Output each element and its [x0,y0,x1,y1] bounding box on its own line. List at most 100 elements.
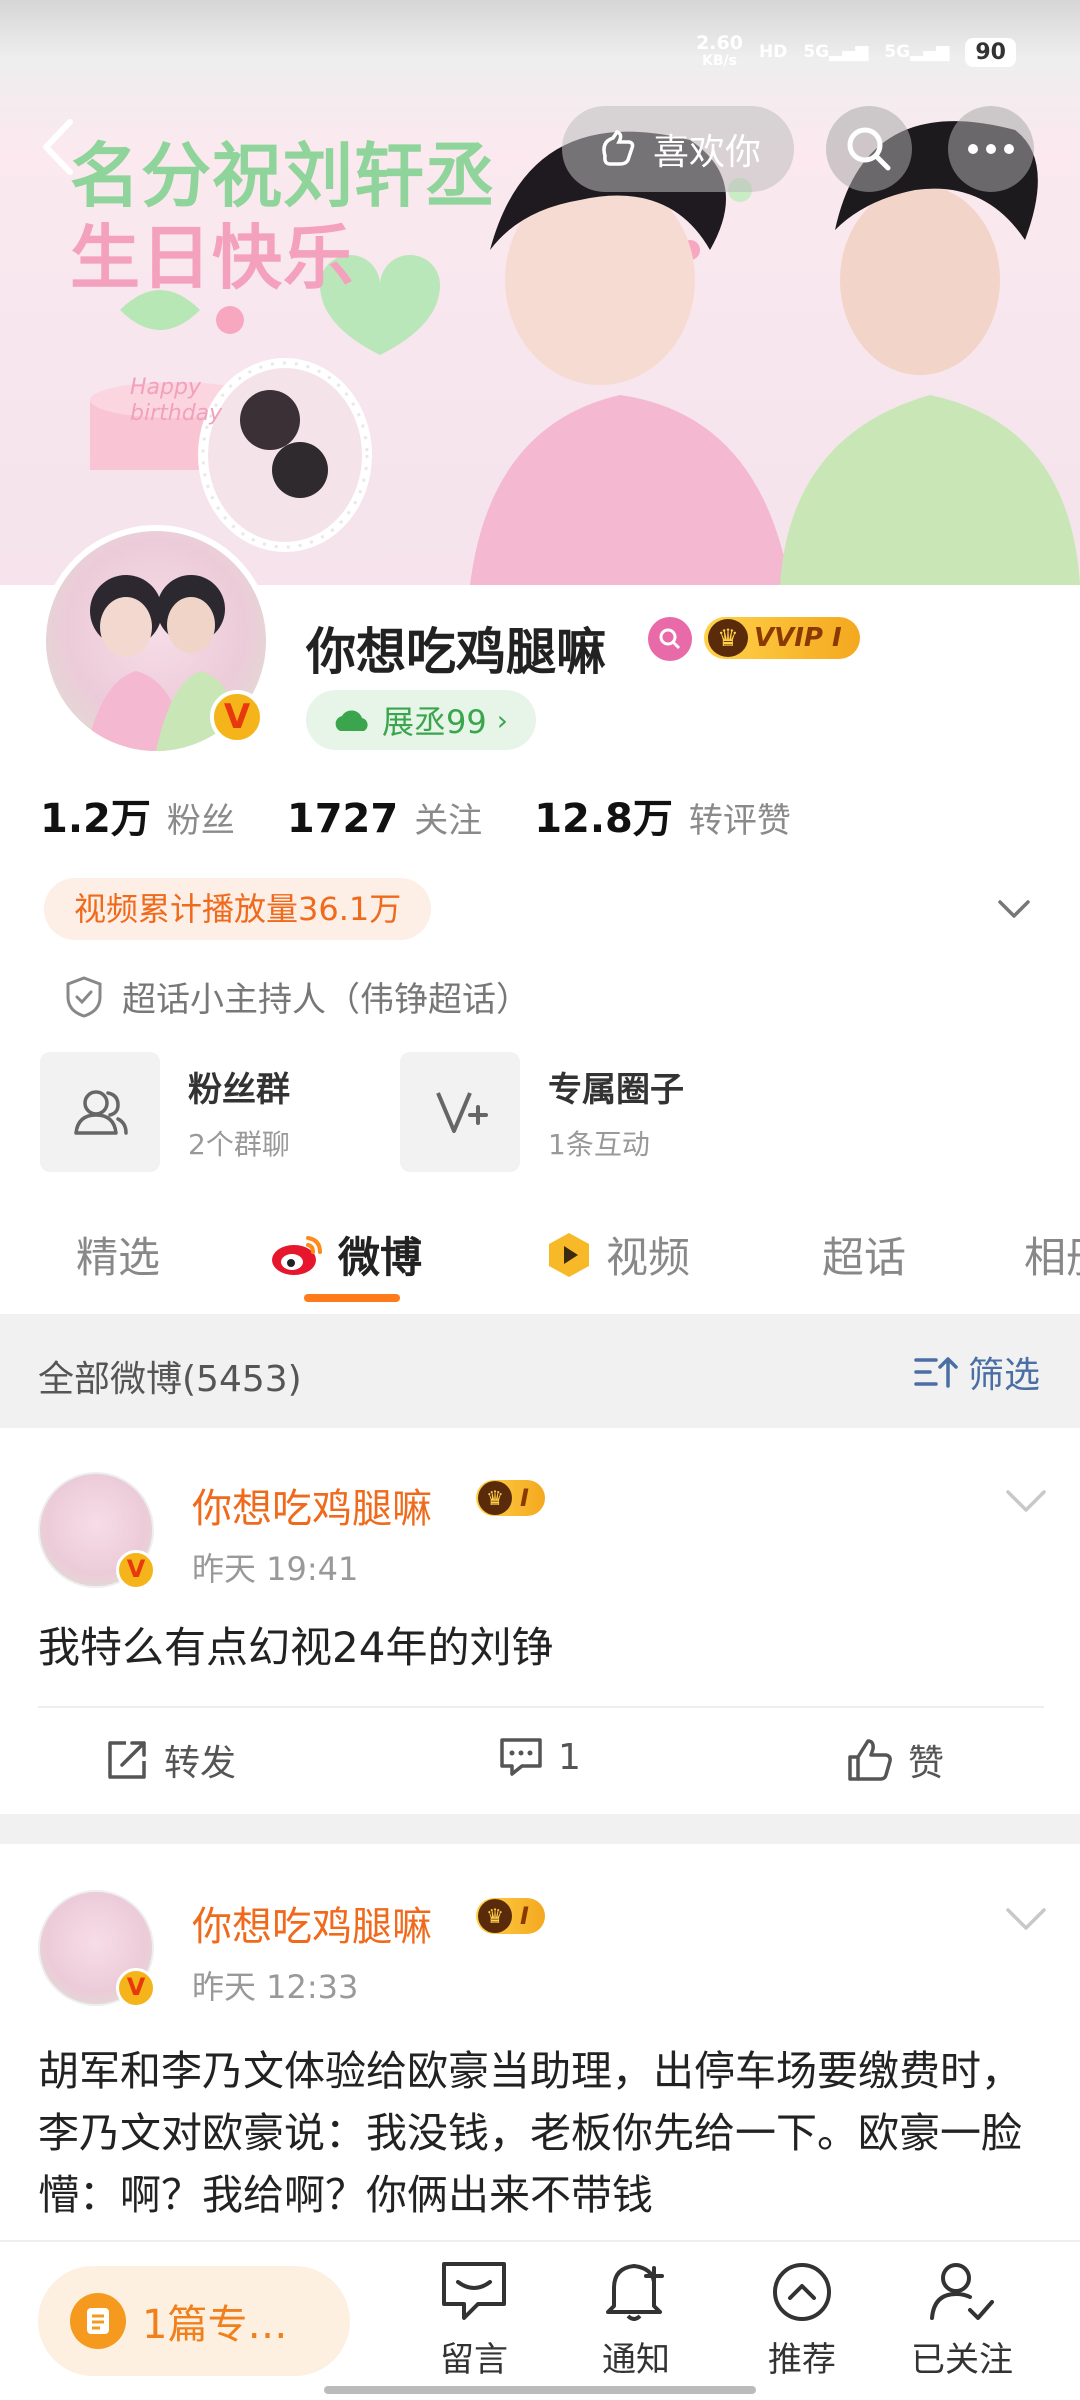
post-author-name[interactable]: 你想吃鸡腿嘛 [192,1894,432,1952]
super-topic-host[interactable]: 超话小主持人（伟铮超话） [64,972,530,1021]
tab-video-label: 视频 [606,1233,691,1282]
tab-weibo[interactable]: 微博 [270,1224,422,1285]
tab-weibo-label: 微博 [338,1233,423,1282]
fan-group-sub: 2个群聊 [188,1127,290,1161]
tab-album[interactable]: 相册 [1024,1224,1080,1285]
expand-chevron-icon[interactable] [994,888,1034,928]
verified-v-icon: V [210,690,264,744]
banner-title-line1: 名分祝刘轩丞 [70,135,496,217]
followers-count: 1.2万 [40,796,151,842]
verified-v-icon: V [116,1550,156,1590]
signal-icon-2: 5G▂▄▆ [884,42,950,62]
post-time: 昨天 12:33 [192,1968,359,2006]
comment-count: 1 [558,1736,581,1778]
fan-group-card[interactable]: 粉丝群 2个群聊 [40,1052,290,1172]
bottom-action-bar: 1篇专… 留言 通知 推荐 已关注 [0,2240,1080,2400]
nav-message-board[interactable]: 留言 [414,2260,534,2381]
active-tab-indicator [304,1294,400,1302]
recommend-up-icon [773,2263,831,2321]
shield-check-icon [66,975,102,1018]
home-indicator[interactable] [324,2386,756,2394]
user-check-icon [930,2263,994,2320]
vvip-badge[interactable]: ♛ VVIP I [704,617,860,659]
chevron-right-icon: › [496,703,508,737]
nav-message-board-label: 留言 [440,2340,508,2380]
weibo-post[interactable]: V 你想吃鸡腿嘛 ♛ I 昨天 12:33 胡军和李乃文体验给欧豪当助理，出停车… [0,1844,1080,2240]
comment-icon [500,1738,542,1776]
like-button[interactable]: 赞 [846,1734,944,1786]
exclusive-circle-card[interactable]: 专属圈子 1条互动 [400,1052,684,1172]
profile-banner: 名分祝刘轩丞 生日快乐 Happy birthday [0,0,1080,585]
circle-sub: 1条互动 [548,1127,650,1161]
thumbs-up-icon [848,1739,892,1781]
post-menu-chevron-icon[interactable] [1004,1486,1048,1516]
nav-recommend-label: 推荐 [768,2340,836,2380]
stat-following[interactable]: 1727 关注 [287,793,482,842]
weibo-post[interactable]: V 你想吃鸡腿嘛 ♛ I 昨天 19:41 我特么有点幻视24年的刘铮 转发 1… [0,1428,1080,1814]
circle-title: 专属圈子 [548,1069,684,1110]
happy-line1: Happy [130,375,201,400]
member-level-badge[interactable]: ♛ I [476,1898,545,1934]
hd-indicator: HD [758,42,788,62]
post-time: 昨天 19:41 [192,1550,359,1588]
nav-recommend[interactable]: 推荐 [742,2260,862,2381]
nav-notifications-label: 通知 [602,2340,670,2380]
speed-unit: KB/s [702,53,737,69]
fan-group-chip[interactable]: 展丞99 › [306,690,536,750]
member-level-badge[interactable]: ♛ I [476,1480,545,1516]
more-options-button[interactable] [948,106,1034,192]
video-play-icon [549,1232,589,1277]
cloud-icon [335,710,368,731]
comment-button[interactable]: 1 [498,1734,581,1780]
post-author-name[interactable]: 你想吃鸡腿嘛 [192,1476,432,1534]
post-menu-chevron-icon[interactable] [1004,1904,1048,1934]
tab-super-topic[interactable]: 超话 [822,1224,906,1285]
tab-video[interactable]: 视频 [544,1224,690,1285]
banner-title-line2: 生日快乐 [70,217,354,299]
more-dots-icon [968,144,1014,154]
stat-followers[interactable]: 1.2万 粉丝 [40,786,235,844]
repost-button[interactable]: 转发 [104,1734,236,1786]
fan-group-label: 展丞99 [382,703,487,741]
member-icon[interactable] [648,617,692,661]
repost-icon [108,1741,146,1779]
video-play-count: 视频累计播放量36.1万 [44,878,432,940]
heart-hand-icon [602,129,635,166]
crown-icon: ♛ [478,1899,512,1933]
search-button[interactable] [826,106,912,192]
column-article-label: 1篇专… [142,2302,288,2348]
network-speed: 2.60 KB/s [696,34,743,70]
repost-label: 转发 [164,1743,237,1784]
signal-icon-1: 5G▂▄▆ [803,42,869,62]
like-label: 赞 [908,1743,945,1784]
speed-value: 2.60 [696,32,743,54]
filter-button[interactable]: 筛选 [914,1346,1040,1398]
battery-indicator: 90 [965,37,1016,67]
verified-v-icon: V [116,1968,156,2008]
document-icon [70,2293,126,2349]
post-text: 胡军和李乃文体验给欧豪当助理，出停车场要缴费时，李乃文对欧豪说：我没钱，老板你先… [38,2047,1022,2219]
back-arrow-icon [43,119,73,175]
post-divider [38,1706,1044,1708]
all-weibo-count: 全部微博(5453) [38,1359,302,1400]
profile-tabs: 精选 微博 视频 超话 相册 [0,1210,1080,1302]
nav-following[interactable]: 已关注 [902,2260,1022,2381]
followers-label: 粉丝 [166,801,235,841]
bell-plus-icon [606,2264,664,2321]
following-count: 1727 [286,796,399,842]
column-article-button[interactable]: 1篇专… [38,2266,350,2376]
like-you-button[interactable]: 喜欢你 [562,106,794,192]
banner-happy-birthday: Happy birthday [130,375,222,427]
following-label: 关注 [414,801,483,841]
nav-following-label: 已关注 [911,2340,1013,2380]
nav-notifications[interactable]: 通知 [576,2260,696,2381]
member-level-label: I [520,1902,529,1930]
circle-v-plus-icon [400,1052,520,1172]
stat-interactions[interactable]: 12.8万 转评赞 [534,786,791,844]
vvip-label: VVIP I [754,623,842,653]
status-bar: 2.60 KB/s HD 5G▂▄▆ 5G▂▄▆ 90 [696,32,1016,72]
tab-featured[interactable]: 精选 [76,1224,160,1285]
back-button[interactable] [30,112,90,182]
happy-line2: birthday [130,401,223,426]
post-separator [0,1814,1080,1844]
